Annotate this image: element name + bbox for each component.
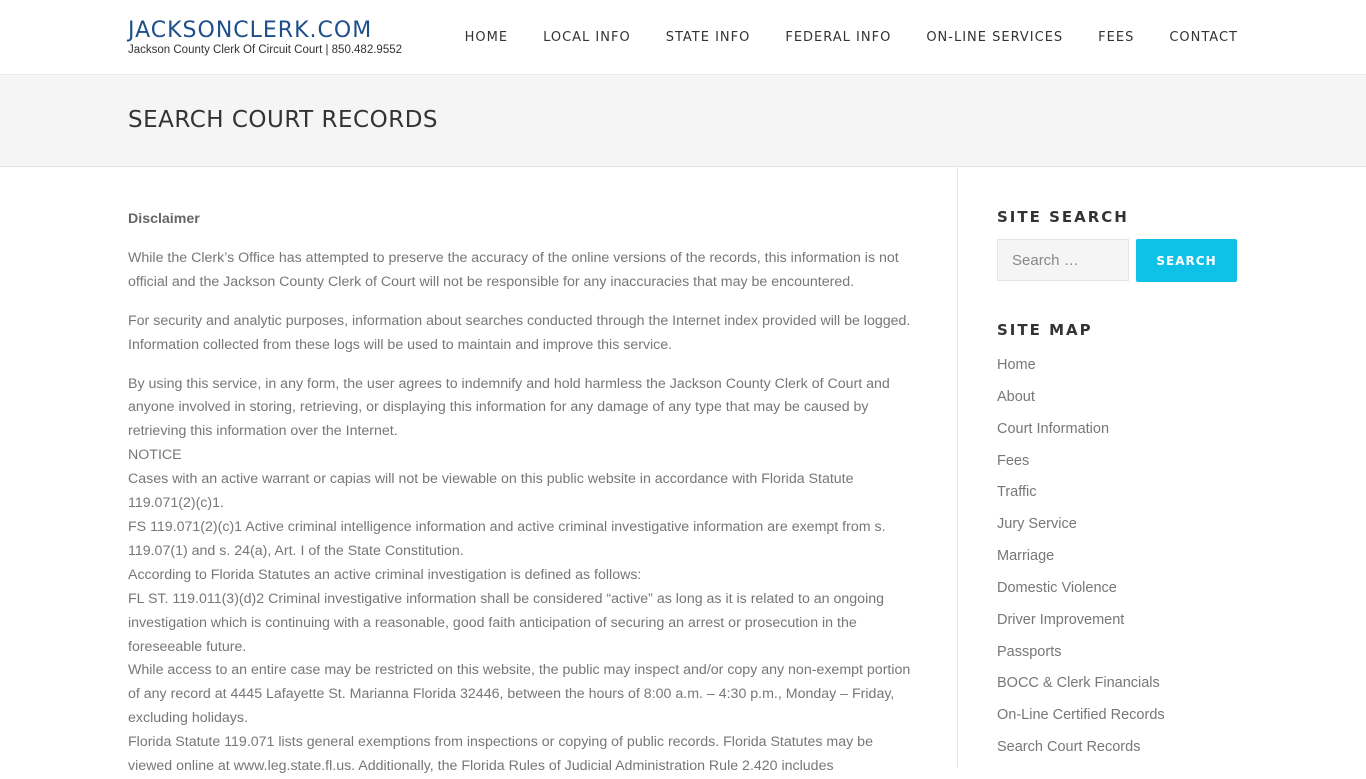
sitemap-item-traffic: Traffic bbox=[997, 481, 1165, 513]
sidebar: SITE SEARCH SEARCH SITE MAP Home About C… bbox=[997, 208, 1237, 755]
sitemap-item-about: About bbox=[997, 386, 1165, 418]
sitemap-item-court-information: Court Information bbox=[997, 418, 1165, 450]
main-content: Disclaimer While the Clerk’s Office has … bbox=[128, 208, 918, 779]
sitemap-link-about[interactable]: About bbox=[997, 389, 1035, 405]
sitemap-item-fees: Fees bbox=[997, 450, 1165, 482]
general-exemptions-text: Florida Statute 119.071 lists general ex… bbox=[128, 734, 873, 775]
nav-state-info[interactable]: STATE INFO bbox=[666, 30, 751, 45]
sitemap-link-passports[interactable]: Passports bbox=[997, 644, 1061, 660]
sitemap-link-driver-improvement[interactable]: Driver Improvement bbox=[997, 612, 1124, 628]
site-map-list: Home About Court Information Fees Traffi… bbox=[997, 354, 1165, 768]
disclaimer-heading: Disclaimer bbox=[128, 211, 200, 227]
search-form: SEARCH bbox=[997, 239, 1237, 282]
sidebar-divider bbox=[957, 167, 958, 768]
sitemap-item-marriage: Marriage bbox=[997, 545, 1165, 577]
nav-fees[interactable]: FEES bbox=[1098, 30, 1134, 45]
nav-local-info[interactable]: LOCAL INFO bbox=[543, 30, 631, 45]
indemnify-text: By using this service, in any form, the … bbox=[128, 375, 890, 440]
sitemap-item-passports: Passports bbox=[997, 641, 1165, 673]
sitemap-link-traffic[interactable]: Traffic bbox=[997, 484, 1036, 500]
main-nav: HOME LOCAL INFO STATE INFO FEDERAL INFO … bbox=[430, 30, 1238, 45]
sitemap-link-online-certified-records[interactable]: On-Line Certified Records bbox=[997, 707, 1165, 723]
warrant-text: Cases with an active warrant or capias w… bbox=[128, 471, 854, 512]
notice-label: NOTICE bbox=[128, 447, 182, 464]
page-title: SEARCH COURT RECORDS bbox=[128, 107, 438, 133]
sitemap-link-marriage[interactable]: Marriage bbox=[997, 548, 1054, 564]
sitemap-link-home[interactable]: Home bbox=[997, 357, 1036, 373]
disclaimer-paragraph-logging: For security and analytic purposes, info… bbox=[128, 312, 911, 353]
sitemap-item-search-court-records: Search Court Records bbox=[997, 736, 1165, 768]
site-header: JACKSONCLERK.COM Jackson County Clerk Of… bbox=[0, 0, 1366, 75]
nav-contact[interactable]: CONTACT bbox=[1169, 30, 1238, 45]
site-subtitle: Jackson County Clerk Of Circuit Court | … bbox=[128, 44, 403, 56]
statute-exemption-text: FS 119.071(2)(c)1 Active criminal intell… bbox=[128, 518, 886, 559]
sitemap-item-online-certified-records: On-Line Certified Records bbox=[997, 704, 1165, 736]
disclaimer-notice-block: By using this service, in any form, the … bbox=[128, 373, 918, 779]
disclaimer-paragraph-accuracy: While the Clerk’s Office has attempted t… bbox=[128, 249, 899, 290]
search-input[interactable] bbox=[997, 239, 1129, 281]
site-title[interactable]: JACKSONCLERK.COM bbox=[128, 18, 372, 43]
sitemap-link-fees[interactable]: Fees bbox=[997, 453, 1029, 469]
sitemap-item-home: Home bbox=[997, 354, 1165, 386]
site-search-title: SITE SEARCH bbox=[997, 208, 1129, 226]
active-definition-text: FL ST. 119.011(3)(d)2 Criminal investiga… bbox=[128, 590, 885, 655]
search-button[interactable]: SEARCH bbox=[1136, 239, 1237, 282]
nav-home[interactable]: HOME bbox=[465, 30, 508, 45]
public-inspection-text: While access to an entire case may be re… bbox=[128, 662, 911, 727]
sitemap-link-court-information[interactable]: Court Information bbox=[997, 421, 1109, 437]
sitemap-link-search-court-records[interactable]: Search Court Records bbox=[997, 739, 1140, 755]
sitemap-item-domestic-violence: Domestic Violence bbox=[997, 577, 1165, 609]
site-map-title: SITE MAP bbox=[997, 321, 1093, 339]
nav-online-services[interactable]: ON-LINE SERVICES bbox=[926, 30, 1063, 45]
sitemap-link-jury-service[interactable]: Jury Service bbox=[997, 516, 1077, 532]
nav-federal-info[interactable]: FEDERAL INFO bbox=[785, 30, 891, 45]
sitemap-link-bocc-clerk-financials[interactable]: BOCC & Clerk Financials bbox=[997, 675, 1160, 691]
sitemap-item-driver-improvement: Driver Improvement bbox=[997, 609, 1165, 641]
sitemap-item-bocc-clerk-financials: BOCC & Clerk Financials bbox=[997, 672, 1165, 704]
page-title-bar: SEARCH COURT RECORDS bbox=[0, 75, 1366, 167]
sitemap-item-jury-service: Jury Service bbox=[997, 513, 1165, 545]
active-investigation-intro: According to Florida Statutes an active … bbox=[128, 566, 642, 583]
sitemap-link-domestic-violence[interactable]: Domestic Violence bbox=[997, 580, 1117, 596]
